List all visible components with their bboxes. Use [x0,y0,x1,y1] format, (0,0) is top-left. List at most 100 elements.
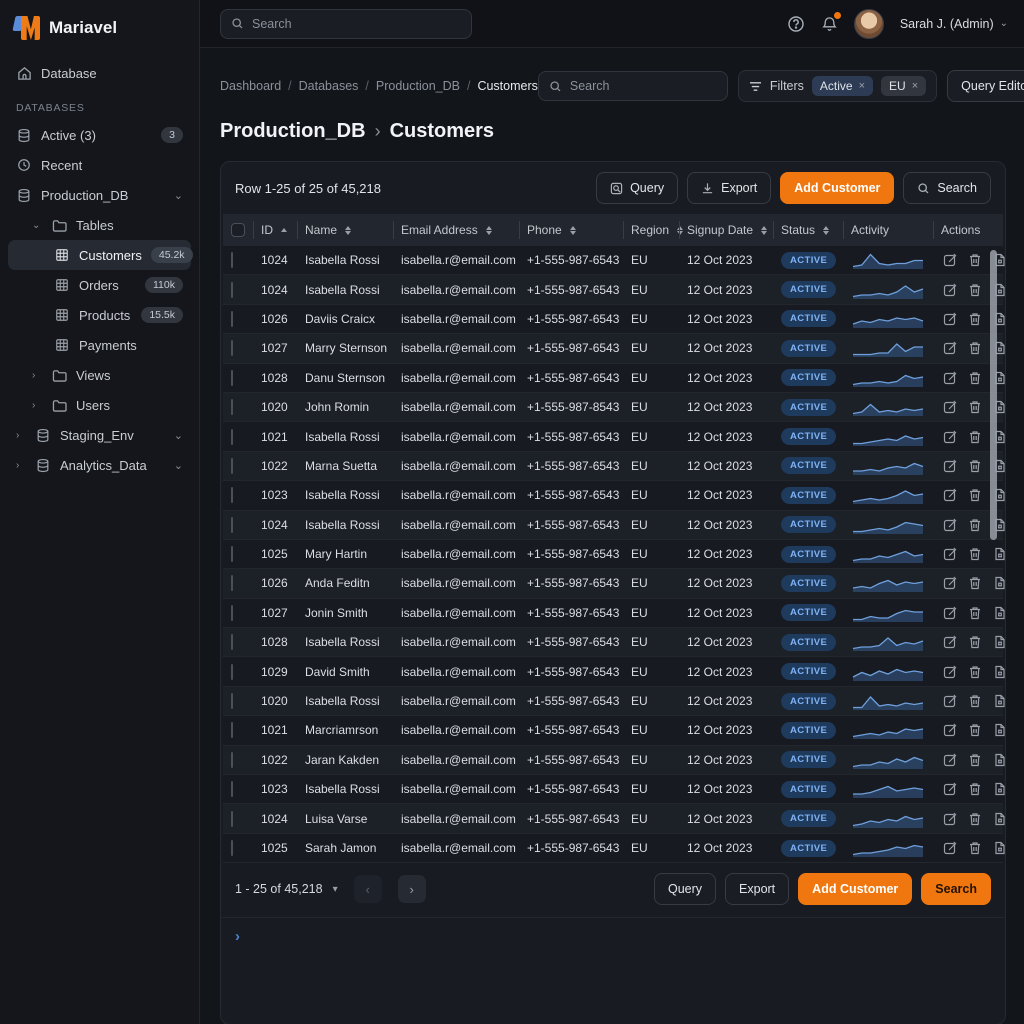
delete-icon[interactable] [968,312,982,326]
delete-icon[interactable] [968,253,982,267]
delete-icon[interactable] [968,341,982,355]
column-header-select[interactable] [223,214,253,246]
edit-icon[interactable] [943,635,957,649]
sort-icon[interactable] [486,226,492,235]
edit-icon[interactable] [943,488,957,502]
delete-icon[interactable] [968,518,982,532]
user-menu[interactable]: Sarah J. (Admin) ⌄ [900,17,1008,31]
edit-icon[interactable] [943,841,957,855]
document-icon[interactable] [993,606,1006,620]
sidebar-item-database[interactable]: Database [8,58,191,88]
row-checkbox[interactable] [231,752,233,768]
edit-icon[interactable] [943,430,957,444]
edit-icon[interactable] [943,312,957,326]
table-search-input[interactable] [570,79,717,93]
row-checkbox[interactable] [231,840,233,856]
sidebar-item-production-db[interactable]: Production_DB ⌄ [8,180,191,210]
sort-icon[interactable] [761,226,767,235]
row-checkbox[interactable] [231,517,233,533]
edit-icon[interactable] [943,253,957,267]
edit-icon[interactable] [943,371,957,385]
query-button[interactable]: Query [654,873,716,905]
chevron-down-icon[interactable]: ▾ [333,884,338,895]
delete-icon[interactable] [968,488,982,502]
delete-icon[interactable] [968,694,982,708]
document-icon[interactable] [993,576,1006,590]
sidebar-item-orders[interactable]: Orders 110k [8,270,191,300]
sidebar-item-payments[interactable]: Payments [8,330,191,360]
delete-icon[interactable] [968,283,982,297]
add-customer-button[interactable]: Add Customer [798,873,912,905]
search-button[interactable]: Search [903,172,991,204]
sort-icon[interactable] [345,226,351,235]
notifications-bell-icon[interactable] [821,15,838,33]
user-avatar[interactable] [854,9,884,39]
delete-icon[interactable] [968,665,982,679]
vertical-scrollbar[interactable] [990,250,997,540]
column-header-id[interactable]: ID [253,214,297,246]
edit-icon[interactable] [943,812,957,826]
delete-icon[interactable] [968,576,982,590]
edit-icon[interactable] [943,576,957,590]
document-icon[interactable] [993,782,1006,796]
chevron-down-icon[interactable]: ⌄ [174,189,183,202]
delete-icon[interactable] [968,753,982,767]
document-icon[interactable] [993,665,1006,679]
export-button[interactable]: Export [725,873,789,905]
delete-icon[interactable] [968,547,982,561]
filter-chip-active[interactable]: Active × [812,76,873,96]
delete-icon[interactable] [968,606,982,620]
delete-icon[interactable] [968,400,982,414]
edit-icon[interactable] [943,782,957,796]
chevron-down-icon[interactable]: ⌄ [174,429,183,442]
sidebar-item-views[interactable]: › Views [8,360,191,390]
edit-icon[interactable] [943,665,957,679]
close-icon[interactable]: × [859,80,865,92]
export-button[interactable]: Export [687,172,771,204]
chevron-down-icon[interactable]: ⌄ [174,459,183,472]
document-icon[interactable] [993,753,1006,767]
sort-icon[interactable] [823,226,829,235]
help-icon[interactable] [787,15,805,33]
sidebar-item-analytics-data[interactable]: › Analytics_Data ⌄ [8,450,191,480]
delete-icon[interactable] [968,812,982,826]
row-checkbox[interactable] [231,487,233,503]
delete-icon[interactable] [968,841,982,855]
row-checkbox[interactable] [231,546,233,562]
query-editor-button[interactable]: Query Editor [947,70,1024,102]
delete-icon[interactable] [968,459,982,473]
breadcrumb-dashboard[interactable]: Dashboard [220,79,281,93]
search-button[interactable]: Search [921,873,991,905]
row-checkbox[interactable] [231,370,233,386]
delete-icon[interactable] [968,782,982,796]
row-checkbox[interactable] [231,399,233,415]
console-prompt[interactable]: › [221,918,1005,945]
document-icon[interactable] [993,694,1006,708]
sidebar-item-products[interactable]: Products 15.5k [8,300,191,330]
breadcrumb-production-db[interactable]: Production_DB [376,79,460,93]
select-all-checkbox[interactable] [231,223,245,237]
breadcrumb-databases[interactable]: Databases [299,79,359,93]
row-checkbox[interactable] [231,693,233,709]
edit-icon[interactable] [943,723,957,737]
edit-icon[interactable] [943,606,957,620]
delete-icon[interactable] [968,430,982,444]
edit-icon[interactable] [943,694,957,708]
row-checkbox[interactable] [231,575,233,591]
row-checkbox[interactable] [231,605,233,621]
document-icon[interactable] [993,841,1006,855]
column-header-phone[interactable]: Phone [519,214,623,246]
add-customer-button[interactable]: Add Customer [780,172,894,204]
column-header-status[interactable]: Status [773,214,843,246]
prev-page-button[interactable]: ‹ [354,875,382,903]
document-icon[interactable] [993,723,1006,737]
edit-icon[interactable] [943,518,957,532]
row-checkbox[interactable] [231,634,233,650]
sidebar-item-users[interactable]: › Users [8,390,191,420]
column-header-name[interactable]: Name [297,214,393,246]
delete-icon[interactable] [968,371,982,385]
edit-icon[interactable] [943,341,957,355]
edit-icon[interactable] [943,547,957,561]
sort-icon[interactable] [570,226,576,235]
document-icon[interactable] [993,547,1006,561]
